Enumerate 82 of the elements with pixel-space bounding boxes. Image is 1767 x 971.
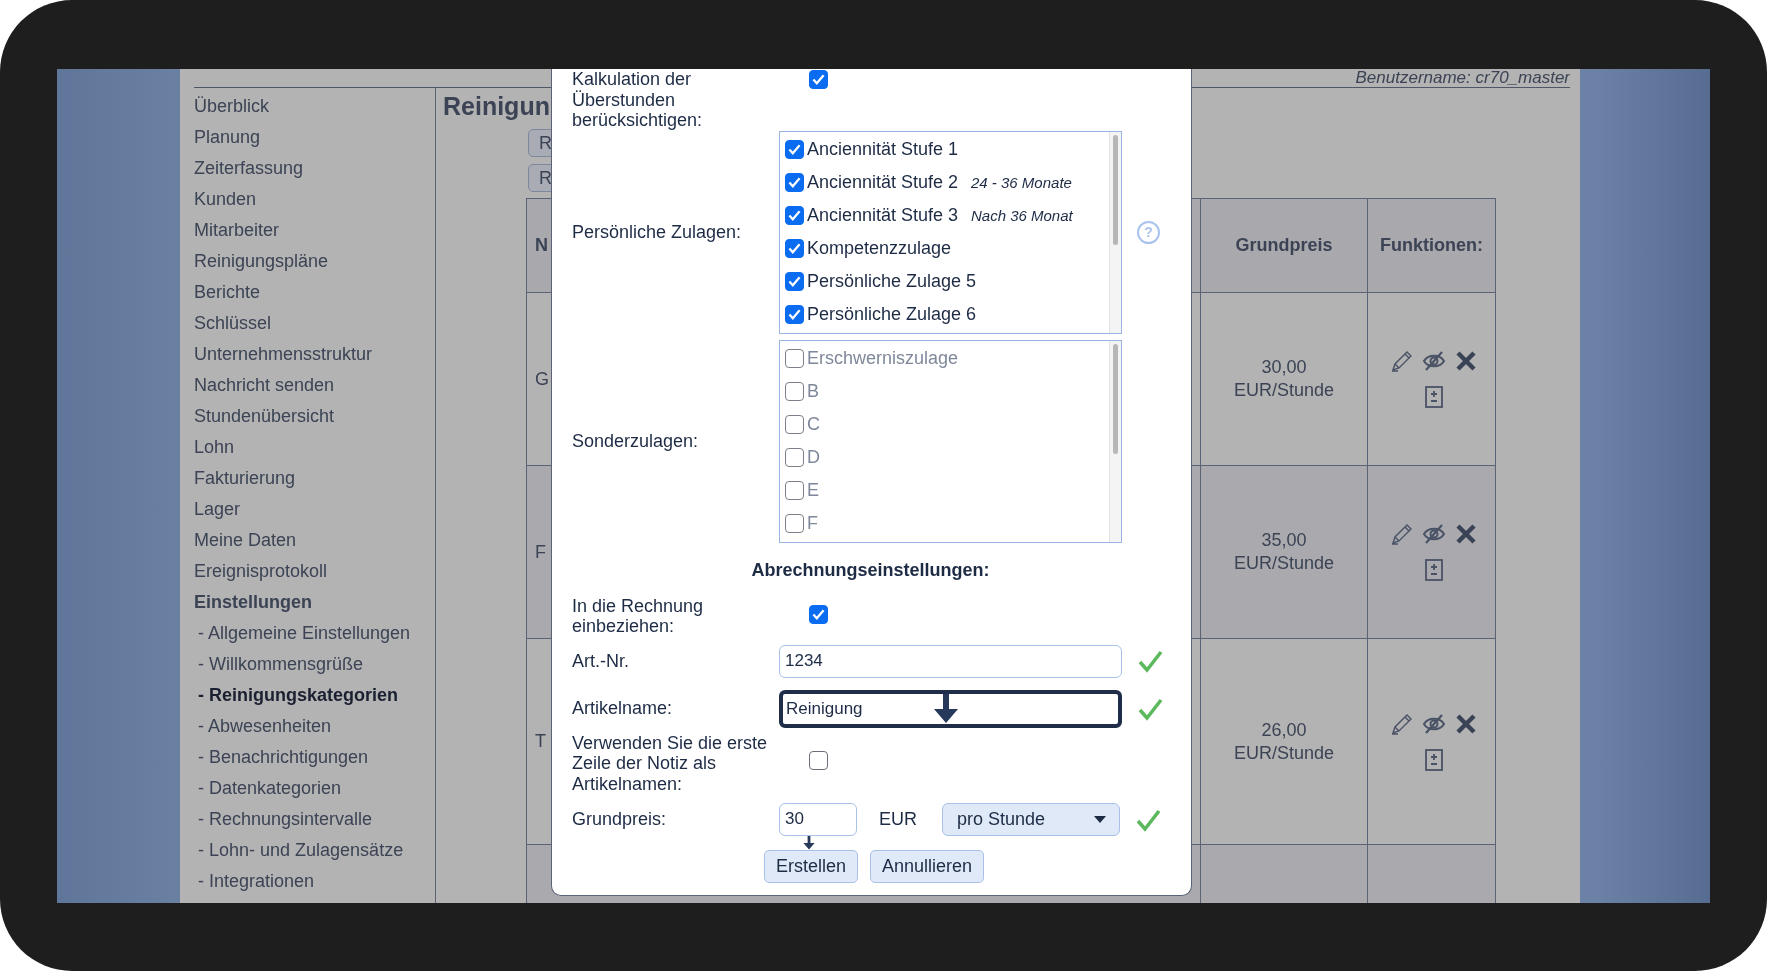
section-heading: Abrechnungseinstellungen: <box>751 558 991 582</box>
checkbox[interactable] <box>809 604 828 624</box>
option-label: Anciennität Stufe 1 <box>807 138 960 160</box>
sidebar-item[interactable]: Einstellungen <box>194 587 312 618</box>
pencil-icon <box>1389 522 1414 546</box>
option-label: B <box>807 380 820 402</box>
sidebar-item[interactable]: Planung <box>194 122 261 153</box>
sidebar-item[interactable]: - Integrationen <box>194 866 315 897</box>
sidebar-item[interactable]: Reinigungspläne <box>194 246 329 277</box>
sidebar-item[interactable]: - Abwesenheiten <box>194 711 332 742</box>
sidebar-item[interactable]: - Willkommensgrüße <box>194 649 364 680</box>
delete-icon <box>1453 349 1478 373</box>
table-cell-text: 35,00 EUR/Stunde <box>1232 529 1336 575</box>
sidebar-item[interactable]: Mitarbeiter <box>194 215 280 246</box>
checkbox[interactable] <box>785 238 804 258</box>
checkbox[interactable] <box>785 304 804 324</box>
sidebar-item[interactable]: - Benachrichtigungen <box>194 742 369 773</box>
field-label: Persönliche Zulagen: <box>572 221 743 243</box>
sidebar-item[interactable]: - Datenkategorien <box>194 773 342 804</box>
field-label: In die Rechnung einbeziehen: <box>572 595 705 637</box>
checkbox[interactable] <box>785 139 804 159</box>
column-header: Grundpreis <box>1200 198 1368 293</box>
field-label: Verwenden Sie die erste Zeile der Notiz als Artikelnamen: <box>572 732 769 794</box>
option-label: Anciennität Stufe 3 <box>807 204 960 226</box>
option-label: Persönliche Zulage 6 <box>807 303 977 325</box>
option-label: F <box>807 512 819 534</box>
option-label: Kompetenzzulage <box>807 237 953 259</box>
sidebar-item[interactable]: Berichte <box>194 277 261 308</box>
button[interactable]: Erstellen <box>764 850 859 883</box>
field-label: Kalkulation der Überstunden berücksichtigen: <box>572 69 704 131</box>
sidebar-item[interactable]: Schlüssel <box>194 308 272 339</box>
unit-text: EUR <box>879 809 918 830</box>
option-note: Nach 36 Monat <box>971 206 1073 224</box>
button[interactable]: Annullieren <box>870 850 985 883</box>
sidebar-item[interactable]: Fakturierung <box>194 463 296 494</box>
sidebar-item[interactable]: Meine Daten <box>194 525 297 556</box>
page-heading: Reinigun <box>443 91 550 121</box>
scrollbar[interactable] <box>1109 131 1121 333</box>
sidebar-item[interactable]: Zeiterfassung <box>194 153 304 184</box>
sidebar-item[interactable]: Lohn <box>194 432 235 463</box>
sidebar-item[interactable]: Unternehmensstruktur <box>194 339 373 370</box>
table-cell-text: 26,00 EUR/Stunde <box>1232 718 1336 765</box>
hidden-eye-icon <box>1421 349 1446 373</box>
delete-icon <box>1453 522 1478 546</box>
delete-icon <box>1453 711 1478 736</box>
sidebar-item[interactable]: Ereignisprotokoll <box>194 556 328 587</box>
input-field[interactable]: 1234 <box>779 644 1122 678</box>
sidebar-item[interactable]: Nachricht senden <box>194 370 335 401</box>
sidebar-item[interactable]: - Rechnungsintervalle <box>194 804 373 835</box>
input-field[interactable]: 30 <box>779 803 857 836</box>
field-label: Grundpreis: <box>572 809 668 830</box>
checkbox[interactable] <box>785 205 804 225</box>
option-label: D <box>807 446 821 468</box>
input-field[interactable]: Reinigung <box>779 689 1122 728</box>
checkbox[interactable] <box>785 271 804 291</box>
sidebar-item[interactable]: Lager <box>194 494 241 525</box>
option-label: Anciennität Stufe 2 <box>807 171 960 193</box>
sidebar-item[interactable]: Stundenübersicht <box>194 401 335 432</box>
hidden-eye-icon <box>1421 522 1446 546</box>
checkbox[interactable] <box>809 70 828 89</box>
pencil-icon <box>1389 711 1414 736</box>
caret-icon <box>1094 815 1106 824</box>
checkbox[interactable] <box>785 172 804 192</box>
username-text: Benutzername: cr70_master <box>1355 69 1570 87</box>
option-note: 24 - 36 Monate <box>971 173 1072 191</box>
option-label: C <box>807 413 821 435</box>
column-header: Funktionen: <box>1367 198 1496 293</box>
dropdown[interactable]: pro Stunde <box>942 803 1120 836</box>
option-label: E <box>807 479 820 501</box>
pencil-icon <box>1389 349 1414 373</box>
field-label: Sonderzulagen: <box>572 430 700 452</box>
sidebar-item[interactable]: - Allgemeine Einstellungen <box>194 618 411 649</box>
field-label: Artikelname: <box>572 698 674 719</box>
field-label: Art.-Nr. <box>572 650 630 672</box>
option-label: Persönliche Zulage 5 <box>807 270 977 292</box>
table-cell-text: 30,00 EUR/Stunde <box>1232 356 1336 402</box>
option-label: Erschwerniszulage <box>807 347 960 369</box>
sidebar-item[interactable]: - Lohn- und Zulagensätze <box>194 835 404 866</box>
sidebar-item[interactable]: Überblick <box>194 91 270 122</box>
sidebar-item[interactable]: - Reinigungskategorien <box>194 680 399 711</box>
sidebar-item[interactable]: Kunden <box>194 184 257 215</box>
checkbox[interactable] <box>809 751 828 771</box>
